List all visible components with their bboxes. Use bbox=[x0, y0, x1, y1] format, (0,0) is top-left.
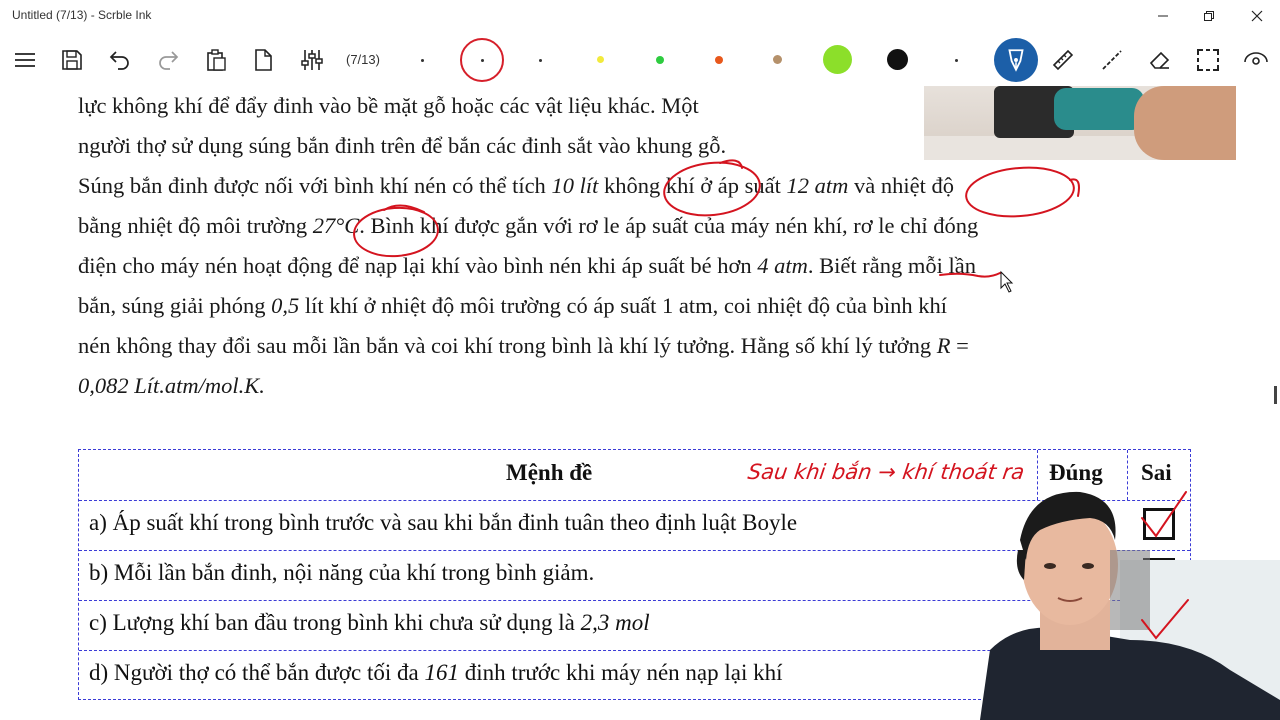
doc-text-segment: và nhiệt độ bbox=[848, 173, 954, 198]
save-button[interactable] bbox=[52, 40, 92, 80]
row-text-segment: a) Áp suất khí trong bình trước và sau k… bbox=[89, 510, 798, 535]
paste-button[interactable] bbox=[196, 40, 236, 80]
line-button[interactable] bbox=[1092, 40, 1132, 80]
doc-line-6: bắn, súng giải phóng 0,5 lít khí ở nhiệt… bbox=[78, 286, 947, 326]
doc-text-segment: bắn, súng giải phóng bbox=[78, 293, 272, 318]
row-text-segment: b) Mỗi lần bắn đinh, nội năng của khí tr… bbox=[89, 560, 595, 585]
eraser-button[interactable] bbox=[1140, 40, 1180, 80]
view-button[interactable] bbox=[1236, 40, 1276, 80]
save-icon bbox=[62, 50, 82, 70]
doc-text-segment: Súng bắn đinh được nối với bình khí nén … bbox=[78, 173, 552, 198]
paste-icon bbox=[207, 49, 226, 71]
doc-text-segment: bằng nhiệt độ môi trường bbox=[78, 213, 313, 238]
doc-text-segment: lít khí ở nhiệt độ môi trường có áp suất… bbox=[299, 293, 947, 318]
minimize-icon bbox=[1158, 15, 1168, 17]
table-row: a) Áp suất khí trong bình trước và sau k… bbox=[89, 510, 797, 536]
selection-button[interactable] bbox=[1188, 40, 1228, 80]
row-text-segment: 2,3 mol bbox=[580, 610, 650, 635]
pen-color-dot-1[interactable] bbox=[421, 59, 424, 62]
doc-text-segment: R bbox=[936, 333, 951, 358]
pen-color-green[interactable] bbox=[656, 56, 664, 64]
line-icon bbox=[1102, 50, 1122, 70]
pen-color-black[interactable] bbox=[887, 49, 908, 70]
webcam-overlay bbox=[980, 480, 1280, 720]
table-row: b) Mỗi lần bắn đinh, nội năng của khí tr… bbox=[89, 560, 594, 586]
minimize-button[interactable] bbox=[1140, 0, 1186, 32]
doc-line-4: bằng nhiệt độ môi trường 27°C. Bình khí … bbox=[78, 206, 978, 246]
doc-text-segment: . Bình khí được gắn với rơ le áp suất củ… bbox=[359, 213, 979, 238]
settings-button[interactable] bbox=[292, 40, 332, 80]
doc-text-segment: 0,5 bbox=[271, 293, 300, 318]
doc-line-8: 0,082 Lít.atm/mol.K. bbox=[78, 366, 265, 406]
table-row: c) Lượng khí ban đầu trong bình khi chưa… bbox=[89, 610, 650, 636]
row-text-segment: đinh trước khi máy nén nạp lại khí bbox=[458, 660, 783, 685]
maximize-button[interactable] bbox=[1186, 0, 1232, 32]
redo-button[interactable] bbox=[148, 40, 188, 80]
doc-line-7: nén không thay đổi sau mỗi lần bắn và co… bbox=[78, 326, 969, 366]
toolbar: (7/13) bbox=[0, 32, 1280, 88]
pen-icon bbox=[1008, 49, 1024, 72]
doc-text-segment: lực không khí để đẩy đinh vào bề mặt gỗ … bbox=[78, 93, 699, 118]
view-icon bbox=[1244, 52, 1268, 65]
pen-color-lime[interactable] bbox=[823, 45, 852, 74]
row-text-segment: d) Người thợ có thể bắn được tối đa bbox=[89, 660, 425, 685]
pen-color-dot-4[interactable] bbox=[955, 59, 958, 62]
menu-icon bbox=[15, 53, 35, 67]
menu-button[interactable] bbox=[5, 40, 45, 80]
doc-line-5: điện cho máy nén hoạt động để nạp lại kh… bbox=[78, 246, 976, 286]
table-row: d) Người thợ có thể bắn được tối đa 161 … bbox=[89, 660, 783, 686]
doc-text-segment: nén không thay đổi sau mỗi lần bắn và co… bbox=[78, 333, 937, 358]
new-page-icon bbox=[255, 49, 272, 71]
doc-text-segment: 0,082 Lít.atm/mol.K. bbox=[78, 373, 265, 398]
eraser-icon bbox=[1149, 51, 1170, 69]
page-indicator: (7/13) bbox=[346, 52, 380, 67]
header-statement: Mệnh đề bbox=[506, 460, 593, 485]
doc-text-segment: không khí ở áp suất bbox=[598, 173, 787, 198]
doc-text-segment: 10 lít bbox=[551, 173, 599, 198]
row-text-segment: c) Lượng khí ban đầu trong bình khi chưa… bbox=[89, 610, 581, 635]
close-button[interactable] bbox=[1234, 0, 1280, 32]
restore-icon bbox=[1204, 11, 1214, 21]
doc-text-segment: người thợ sử dụng súng bắn đinh trên để … bbox=[78, 133, 727, 158]
redo-icon bbox=[159, 51, 179, 70]
pen-color-dot-2[interactable] bbox=[481, 59, 484, 62]
ruler-icon bbox=[1052, 49, 1074, 71]
doc-line-2: người thợ sử dụng súng bắn đinh trên để … bbox=[78, 126, 726, 166]
pen-color-brown[interactable] bbox=[773, 55, 782, 64]
undo-icon bbox=[109, 51, 129, 70]
title-bar: Untitled (7/13) - Scrble Ink bbox=[0, 0, 1280, 32]
nail-gun-photo bbox=[924, 86, 1236, 160]
scrollbar-thumb[interactable] bbox=[1274, 386, 1277, 404]
pen-tool-button[interactable] bbox=[994, 38, 1038, 82]
doc-text-segment: . Biết rằng mỗi lần bbox=[807, 253, 976, 278]
close-icon bbox=[1251, 10, 1263, 22]
doc-line-3: Súng bắn đinh được nối với bình khí nén … bbox=[78, 166, 954, 206]
window-title: Untitled (7/13) - Scrble Ink bbox=[12, 8, 152, 22]
doc-text-segment: điện cho máy nén hoạt động để nạp lại kh… bbox=[78, 253, 758, 278]
pen-color-dot-3[interactable] bbox=[539, 59, 542, 62]
doc-text-segment: = bbox=[950, 333, 969, 358]
doc-text-segment: 27°C bbox=[312, 213, 360, 238]
ruler-button[interactable] bbox=[1043, 40, 1083, 80]
undo-button[interactable] bbox=[100, 40, 140, 80]
doc-text-segment: 12 atm bbox=[786, 173, 849, 198]
doc-line-1: lực không khí để đẩy đinh vào bề mặt gỗ … bbox=[78, 86, 699, 126]
pen-color-yellow[interactable] bbox=[597, 56, 604, 63]
selection-icon bbox=[1197, 49, 1219, 71]
new-page-button[interactable] bbox=[243, 40, 283, 80]
doc-text-segment: 4 atm bbox=[757, 253, 808, 278]
handwritten-note: Sau khi bắn → khí thoát ra bbox=[746, 460, 1026, 484]
settings-sliders-icon bbox=[301, 50, 323, 70]
row-text-segment: 161 bbox=[424, 660, 459, 685]
pen-color-orange[interactable] bbox=[715, 56, 723, 64]
